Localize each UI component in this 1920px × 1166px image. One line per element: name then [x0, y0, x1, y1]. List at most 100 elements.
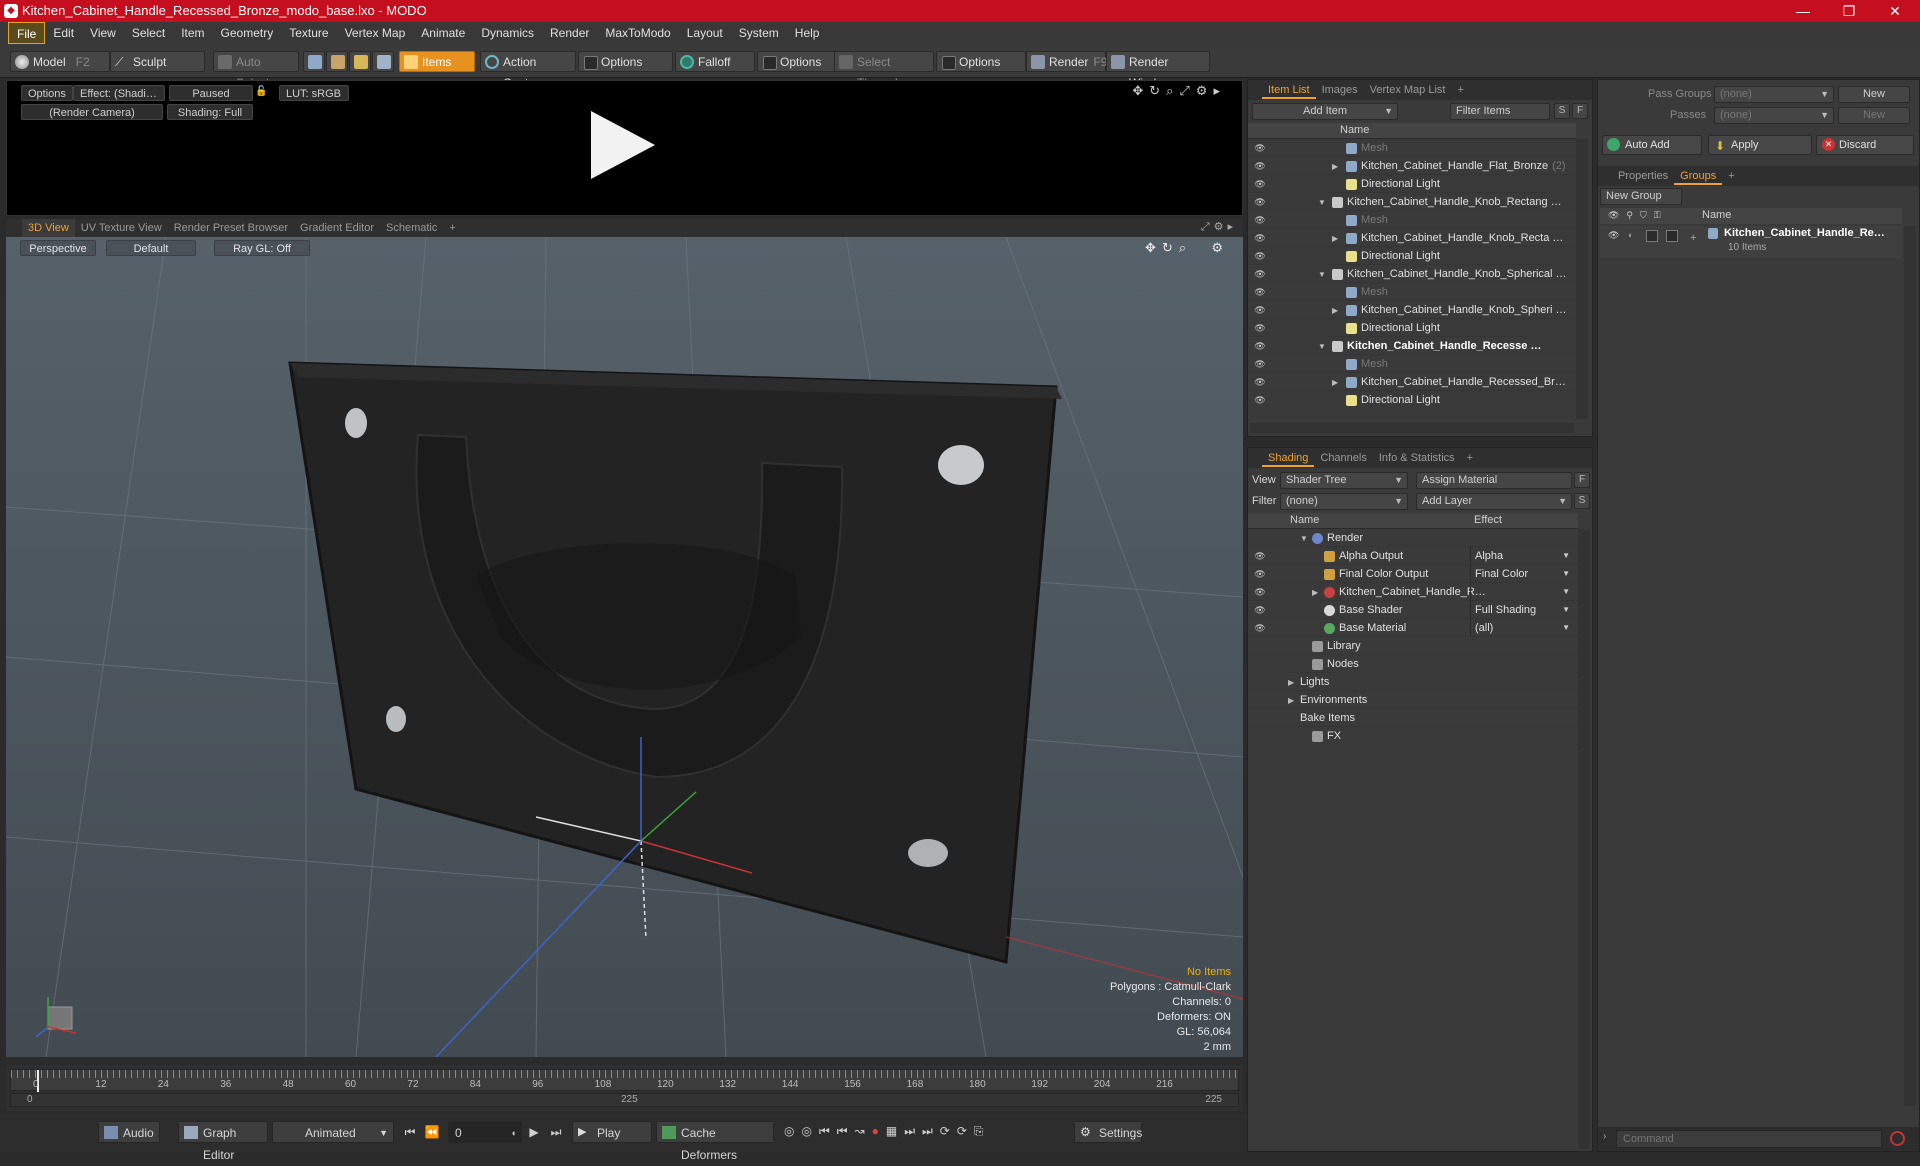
- effect-dropdown[interactable]: Final Color ▼: [1470, 565, 1574, 583]
- item-list-row[interactable]: 👁 ▼ Kitchen_Cabinet_Handle_Recesse …: [1248, 337, 1576, 355]
- shader-tree-row[interactable]: FX: [1248, 727, 1578, 745]
- shading-scrollbar[interactable]: [1578, 529, 1590, 1149]
- auto-select-button[interactable]: Auto Select: [213, 51, 299, 90]
- restore-icon[interactable]: ❐: [1828, 1, 1870, 21]
- menu-texture[interactable]: Texture: [281, 22, 336, 44]
- eye-icon[interactable]: 👁: [1254, 568, 1266, 580]
- s-toggle-button[interactable]: S: [1554, 103, 1570, 119]
- falloff-button[interactable]: Falloff: [675, 51, 755, 72]
- eye-icon[interactable]: 👁: [1254, 550, 1266, 562]
- vertices-mode-button[interactable]: [303, 51, 325, 72]
- item-list-row[interactable]: 👁 ▶ Kitchen_Cabinet_Handle_Knob_Spheri …: [1248, 301, 1576, 319]
- groups-scrollbar[interactable]: [1904, 226, 1916, 1106]
- f-toggle-button[interactable]: F: [1574, 472, 1590, 488]
- apply-button[interactable]: ⬇ Apply: [1708, 135, 1812, 155]
- eye-icon[interactable]: 👁: [1254, 142, 1266, 154]
- add-tab-button[interactable]: +: [443, 219, 461, 237]
- stepper-icon[interactable]: ◐: [512, 1122, 517, 1144]
- item-list-row[interactable]: 👁 Directional Light: [1248, 247, 1576, 265]
- play-button[interactable]: ▶ Play: [572, 1121, 652, 1143]
- preview-camera-dropdown[interactable]: (Render Camera): [21, 104, 163, 120]
- effect-dropdown[interactable]: Alpha ▼: [1470, 547, 1574, 565]
- close-icon[interactable]: ✕: [1874, 1, 1916, 21]
- last-frame-icon[interactable]: ⏭: [548, 1124, 564, 1140]
- shader-tree-row[interactable]: ▶ Environments: [1248, 691, 1578, 709]
- tab-schematic[interactable]: Schematic: [380, 219, 443, 237]
- menu-system[interactable]: System: [731, 22, 787, 44]
- perspective-dropdown[interactable]: Perspective: [20, 240, 96, 256]
- passes-dropdown[interactable]: (none) ▼: [1714, 107, 1834, 124]
- menu-maxtomodo[interactable]: MaxToModo: [597, 22, 678, 44]
- eye-icon[interactable]: 👁: [1254, 286, 1266, 298]
- collapse-icon[interactable]: ▼: [1318, 338, 1332, 356]
- raygl-dropdown[interactable]: Ray GL: Off: [214, 240, 310, 256]
- items-mode-button[interactable]: Items: [399, 51, 475, 72]
- eye-icon[interactable]: 👁: [1254, 622, 1266, 634]
- tab-vertex-map-list[interactable]: Vertex Map List: [1364, 81, 1452, 99]
- add-tab-button[interactable]: +: [1722, 167, 1740, 185]
- timeline[interactable]: 0 12 24 36 48 60 72 84 96 108 120 132 144 156 168 180 19…: [6, 1065, 1243, 1111]
- view-dropdown[interactable]: Shader Tree ▼: [1280, 472, 1408, 489]
- collapse-icon[interactable]: ▼: [1300, 530, 1312, 548]
- tab-properties[interactable]: Properties: [1612, 167, 1674, 185]
- add-layer-dropdown[interactable]: Add Layer ▼: [1416, 493, 1572, 510]
- item-list-row[interactable]: 👁 Directional Light: [1248, 175, 1576, 193]
- tab-3d-view[interactable]: 3D View: [22, 219, 75, 237]
- new-pass-button[interactable]: New: [1838, 107, 1910, 124]
- preview-options-button[interactable]: Options: [21, 85, 73, 101]
- eye-icon[interactable]: 👁: [1254, 394, 1266, 406]
- tab-render-preset-browser[interactable]: Render Preset Browser: [168, 219, 294, 237]
- eye-icon[interactable]: 👁: [1254, 340, 1266, 352]
- select-through-options-button[interactable]: Options: [936, 51, 1026, 72]
- eye-icon[interactable]: 👁: [1254, 586, 1266, 598]
- eye-icon[interactable]: 👁: [1254, 250, 1266, 262]
- filter-dropdown[interactable]: (none) ▼: [1280, 493, 1408, 510]
- render-button[interactable]: Render F9: [1026, 51, 1107, 72]
- eye-icon[interactable]: 👁: [1254, 358, 1266, 370]
- action-center-options-button[interactable]: Options: [578, 51, 673, 72]
- menu-view[interactable]: View: [82, 22, 124, 44]
- expand-icon[interactable]: ▶: [1288, 674, 1300, 692]
- item-list-row[interactable]: 👁 ▶ Kitchen_Cabinet_Handle_Recessed_Br…: [1248, 373, 1576, 391]
- viewport-nav-icons[interactable]: ✥↻⌕ ⚙: [1145, 240, 1229, 256]
- menu-vertex-map[interactable]: Vertex Map: [337, 22, 414, 44]
- settings-button[interactable]: ⚙ Settings: [1074, 1121, 1142, 1143]
- shader-tree-row[interactable]: Bake Items: [1248, 709, 1578, 727]
- preview-lut-dropdown[interactable]: LUT: sRGB: [279, 85, 349, 101]
- eye-icon[interactable]: 👁: [1254, 304, 1266, 316]
- expand-icon[interactable]: ▶: [1332, 230, 1346, 248]
- shader-tree-row[interactable]: 👁 ▶ Kitchen_Cabinet_Handle_R… ▼: [1248, 583, 1578, 601]
- expand-icon[interactable]: +: [1690, 232, 1696, 244]
- shader-tree-row[interactable]: Library: [1248, 637, 1578, 655]
- lock-icon[interactable]: 🔓: [255, 86, 267, 98]
- new-group-button[interactable]: New Group: [1600, 188, 1682, 205]
- item-list-row[interactable]: 👁 Directional Light: [1248, 391, 1576, 409]
- tab-images[interactable]: Images: [1316, 81, 1364, 99]
- add-tab-button[interactable]: +: [1461, 449, 1479, 467]
- cache-deformers-button[interactable]: Cache Deformers: [656, 1121, 774, 1162]
- key-tools-icons[interactable]: ◎◎⏮⏮↝●▦⏭⏭⟳⟳⎘: [784, 1124, 991, 1139]
- f-toggle-button[interactable]: F: [1572, 103, 1588, 119]
- group-row[interactable]: 👁 ◐ + Kitchen_Cabinet_Handle_Re… 10 Item…: [1600, 226, 1902, 258]
- item-list-hscrollbar[interactable]: [1250, 423, 1574, 433]
- assign-material-button[interactable]: Assign Material: [1416, 472, 1572, 489]
- lock-checkbox[interactable]: [1646, 230, 1658, 242]
- edges-mode-button[interactable]: [326, 51, 348, 72]
- eye-icon[interactable]: 👁: [1254, 268, 1266, 280]
- graph-editor-button[interactable]: Graph Editor: [178, 1121, 268, 1162]
- frame-input[interactable]: 0 ◐: [448, 1121, 522, 1143]
- polygons-mode-button[interactable]: [349, 51, 371, 72]
- expand-icon[interactable]: ▶: [1312, 584, 1324, 602]
- new-pass-group-button[interactable]: New: [1838, 86, 1910, 103]
- tab-shading[interactable]: Shading: [1262, 449, 1315, 467]
- expand-icon[interactable]: ▶: [1332, 302, 1346, 320]
- sculpt-mode-button[interactable]: ⟋ Sculpt: [110, 51, 205, 72]
- eye-icon[interactable]: 👁: [1254, 178, 1266, 190]
- shader-tree-row[interactable]: 👁 Alpha Output Alpha ▼: [1248, 547, 1578, 565]
- eye-icon[interactable]: 👁: [1254, 604, 1266, 616]
- shader-tree-row[interactable]: Nodes: [1248, 655, 1578, 673]
- effect-dropdown[interactable]: ▼: [1470, 583, 1574, 601]
- preview-effect-dropdown[interactable]: Effect: (Shadi…: [73, 85, 165, 101]
- play-icon[interactable]: [591, 111, 655, 179]
- tab-info-statistics[interactable]: Info & Statistics: [1373, 449, 1461, 467]
